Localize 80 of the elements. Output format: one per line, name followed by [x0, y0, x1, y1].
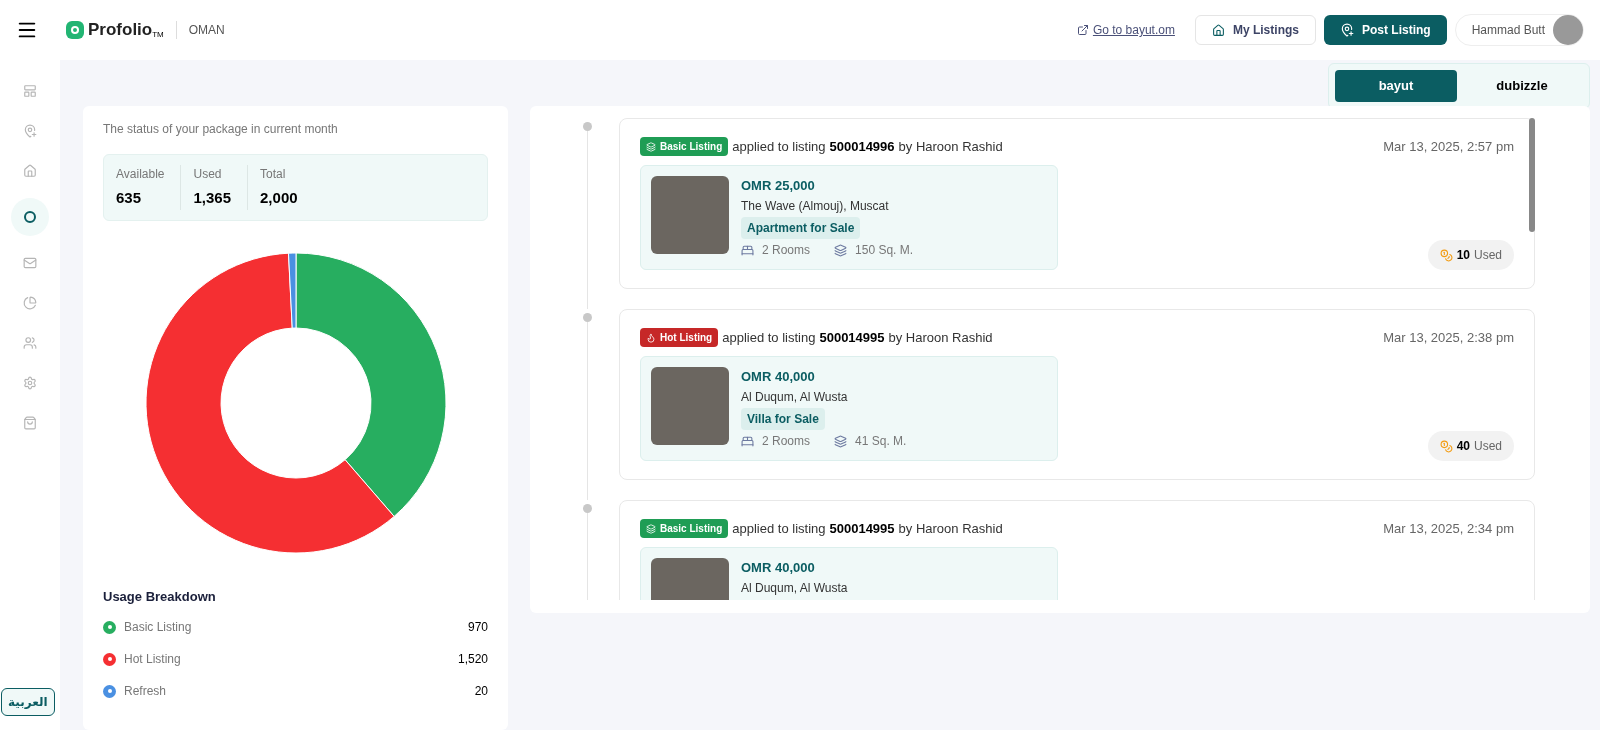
activity-text: applied to listing — [732, 138, 826, 156]
coins-icon — [1439, 439, 1453, 453]
used-credits-pill: 40 Used — [1427, 431, 1514, 461]
pin-plus-icon — [1339, 23, 1354, 37]
property-type-tag: Apartment for Sale — [741, 217, 861, 239]
layers-icon — [834, 243, 848, 257]
logo-icon — [66, 21, 84, 39]
country-label: OMAN — [188, 22, 225, 39]
brand-name: Profolio — [88, 19, 153, 42]
legend-value: 970 — [467, 619, 488, 636]
listing-id: 500014995 — [829, 520, 895, 538]
package-subtitle: The status of your package in current month — [103, 121, 339, 138]
listing-price: OMR 40,000 — [741, 367, 816, 386]
legend-value: 1,520 — [457, 651, 488, 668]
layers-icon — [646, 141, 656, 152]
stat-label: Available — [116, 166, 165, 183]
activity-author: by Haroon Rashid — [898, 138, 1003, 156]
credits-icon — [24, 211, 36, 223]
stat-value: 635 — [116, 188, 143, 208]
listing-location: Al Duqum, Al Wusta — [741, 389, 849, 406]
pin-plus-icon — [23, 124, 37, 138]
activity-date: Mar 13, 2025, 2:34 pm — [1383, 520, 1514, 538]
activity-text: applied to listing — [732, 520, 826, 538]
trademark: TM — [152, 30, 164, 42]
area-text: 150 Sq. M. — [855, 242, 914, 259]
rooms-text: 2 Rooms — [762, 242, 811, 259]
listing-card[interactable]: OMR 40,000 Al Duqum, Al Wusta Villa for Sale 2 Rooms 41 Sq. M. — [640, 355, 1058, 461]
activity-date: Mar 13, 2025, 2:57 pm — [1383, 138, 1514, 156]
listing-price: OMR 40,000 — [741, 558, 816, 577]
flame-icon — [646, 332, 656, 343]
listing-card[interactable]: OMR 25,000 The Wave (Almouj), Muscat Apartment for Sale 2 Rooms 150 Sq. M. — [640, 164, 1058, 270]
bed-icon — [741, 243, 754, 257]
legend-label: Hot Listing — [124, 651, 181, 668]
stat-value: 2,000 — [260, 188, 298, 208]
users-icon — [23, 336, 37, 350]
external-link-icon — [1076, 24, 1089, 36]
platform-tab[interactable]: bayut — [1335, 70, 1457, 102]
post-listing-button[interactable]: Post Listing — [1323, 15, 1447, 45]
rooms-text: 2 Rooms — [762, 433, 811, 450]
platform-tab[interactable]: dubizzle — [1461, 70, 1583, 102]
house-icon — [1211, 23, 1225, 37]
legend-value: 20 — [474, 683, 488, 700]
listing-type-badge: Hot Listing — [640, 328, 719, 348]
activity-author: by Haroon Rashid — [888, 329, 993, 347]
listing-id: 500014996 — [829, 138, 895, 156]
avatar — [1553, 15, 1583, 45]
property-type-tag: Villa for Sale — [741, 408, 825, 430]
legend-label: Basic Listing — [124, 619, 192, 636]
listing-type-badge: Basic Listing — [640, 137, 729, 157]
scrollbar[interactable] — [1529, 118, 1535, 232]
my-listings-button[interactable]: My Listings — [1194, 15, 1316, 45]
listing-location: The Wave (Almouj), Muscat — [741, 198, 890, 215]
bag-icon — [23, 416, 37, 430]
listing-id: 500014995 — [819, 329, 885, 347]
listing-location: Al Duqum, Al Wusta — [741, 580, 848, 597]
mail-icon — [23, 256, 37, 270]
activity-text: applied to listing — [722, 329, 816, 347]
sidebar-item[interactable] — [11, 198, 49, 236]
listing-card[interactable]: OMR 40,000 Al Duqum, Al Wusta — [640, 546, 1058, 600]
stat-label: Total — [260, 166, 287, 183]
layers-icon — [646, 523, 656, 534]
bed-icon — [741, 434, 754, 448]
external-link[interactable]: Go to bayut.om — [1076, 21, 1175, 39]
coins-icon — [1439, 248, 1453, 262]
legend-label: Refresh — [124, 683, 167, 700]
listing-type-badge: Basic Listing — [640, 519, 729, 539]
stat-value: 1,365 — [193, 188, 232, 208]
used-credits-pill: 10 Used — [1427, 240, 1514, 270]
activity-author: by Haroon Rashid — [898, 520, 1003, 538]
area-text: 41 Sq. M. — [855, 433, 907, 450]
breakdown-title: Usage Breakdown — [103, 587, 217, 606]
settings-icon — [23, 376, 37, 390]
layers-icon — [834, 434, 848, 448]
house-icon — [23, 164, 37, 178]
language-button[interactable]: العربية — [1, 688, 55, 716]
layout-icon — [23, 84, 37, 98]
stat-label: Used — [193, 166, 223, 183]
pie-chart-icon — [23, 296, 37, 310]
listing-price: OMR 25,000 — [741, 176, 816, 195]
activity-date: Mar 13, 2025, 2:38 pm — [1383, 329, 1514, 347]
